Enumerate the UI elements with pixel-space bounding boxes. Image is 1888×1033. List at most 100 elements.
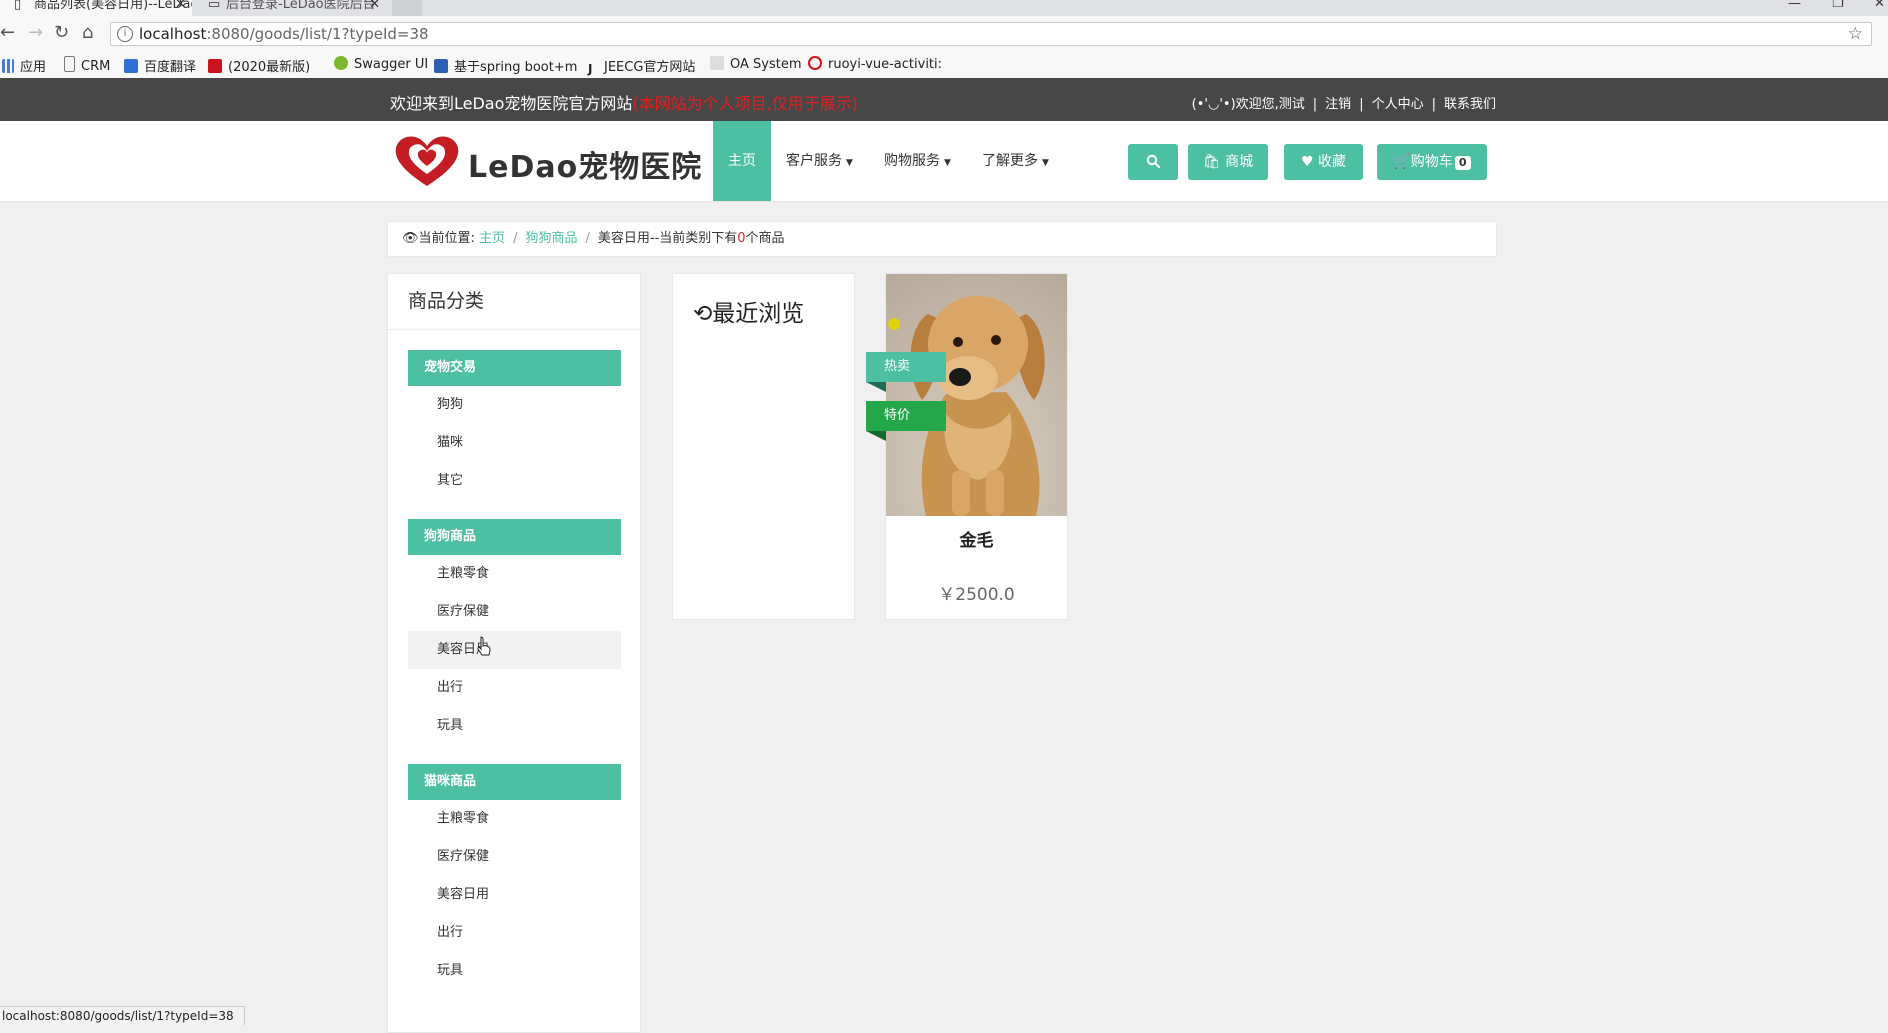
category-item[interactable]: 出行 (408, 914, 621, 952)
product-name[interactable]: 金毛 (886, 526, 1067, 551)
category-group-title[interactable]: 宠物交易 (408, 350, 621, 386)
csdn-icon (208, 59, 222, 73)
heart-icon: ♥ (1300, 154, 1314, 170)
category-item[interactable]: 玩具 (408, 952, 621, 990)
category-item[interactable]: 主粮零食 (408, 555, 621, 593)
breadcrumb-count-suffix: 个商品 (745, 231, 785, 246)
browser-tab[interactable]: ▭ 后台登录-LeDao医院后台 ✕ (196, 0, 386, 16)
golden-retriever-image (886, 274, 1067, 516)
bookmark-label: 基于spring boot+m (454, 60, 578, 75)
category-group-cat-goods: 猫咪商品 主粮零食 医疗保健 美容日用 出行 玩具 (408, 764, 621, 990)
browser-toolbar: ← → ↻ ⌂ i localhost:8080/goods/list/1?ty… (0, 16, 1888, 52)
category-item[interactable]: 医疗保健 (408, 838, 621, 876)
back-icon[interactable]: ← (0, 22, 15, 43)
bookmark-2020[interactable]: (2020最新版) (208, 56, 310, 75)
bookmarks-bar: 应用 CRM 百度翻译 (2020最新版) Swagger UI 基于sprin… (0, 52, 1888, 79)
ruoyi-icon (808, 56, 822, 70)
category-item[interactable]: 猫咪 (408, 424, 621, 462)
product-card[interactable]: 热卖 特价 金毛 ￥2500.0 (866, 273, 1068, 620)
bookmark-ruoyi[interactable]: ruoyi-vue-activiti: (808, 56, 942, 72)
doc-icon (434, 59, 448, 73)
product-image[interactable] (886, 274, 1067, 516)
category-item[interactable]: 狗狗 (408, 386, 621, 424)
category-item[interactable]: 医疗保健 (408, 593, 621, 631)
home-icon[interactable]: ⌂ (82, 22, 93, 43)
mall-button[interactable]: 🛍 商城 (1188, 144, 1268, 180)
bookmark-spring-boot[interactable]: 基于spring boot+m (434, 56, 577, 75)
category-group-title[interactable]: 猫咪商品 (408, 764, 621, 800)
bookmark-baidu-translate[interactable]: 百度翻译 (124, 56, 196, 75)
window-close-icon[interactable]: ✕ (1874, 0, 1885, 11)
category-item[interactable]: 出行 (408, 669, 621, 707)
category-item[interactable]: 主粮零食 (408, 800, 621, 838)
forward-icon[interactable]: → (28, 22, 43, 43)
product-price: ￥2500.0 (938, 585, 1015, 605)
breadcrumb-category-link[interactable]: 狗狗商品 (525, 231, 577, 246)
tag-label: 热卖 (884, 359, 911, 374)
jeecg-icon: J (588, 62, 593, 76)
close-icon[interactable]: ✕ (369, 0, 380, 11)
sidebar-title: 商品分类 (388, 274, 640, 330)
separator: | (1359, 97, 1364, 112)
search-button[interactable] (1128, 144, 1178, 180)
bookmark-jeecg[interactable]: J JEECG官方网站 (588, 56, 695, 76)
url-host: localhost (139, 25, 207, 43)
reload-icon[interactable]: ↻ (54, 22, 69, 43)
tag-label: 特价 (884, 408, 911, 423)
contact-link[interactable]: 联系我们 (1444, 97, 1496, 112)
bookmark-crm[interactable]: CRM (64, 56, 110, 74)
bookmark-star-icon[interactable]: ☆ (1848, 24, 1863, 44)
address-bar[interactable]: i localhost:8080/goods/list/1?typeId=38 … (110, 22, 1872, 46)
browser-tab-active[interactable]: ▯ 商品列表(美容日用)--LeDao ✕ (0, 0, 192, 16)
address-url: localhost:8080/goods/list/1?typeId=38 (139, 25, 429, 43)
category-group-pet-trade: 宠物交易 狗狗 猫咪 其它 (408, 350, 621, 500)
caret-down-icon: ▼ (846, 158, 853, 168)
cart-button[interactable]: 🛒购物车 0 (1377, 144, 1487, 180)
new-tab-button[interactable] (392, 0, 422, 16)
status-url: localhost:8080/goods/list/1?typeId=38 (2, 1009, 234, 1023)
restore-icon[interactable]: ❐ (1832, 0, 1844, 11)
nav-customer-service[interactable]: 客户服务 ▼ (786, 121, 853, 201)
bookmark-label: Swagger UI (354, 57, 429, 72)
page-icon (64, 56, 75, 72)
category-group-title[interactable]: 狗狗商品 (408, 519, 621, 555)
favorite-button[interactable]: ♥ 收藏 (1284, 144, 1363, 180)
breadcrumb-prefix: 当前位置: (418, 231, 475, 246)
site-header: LeDao宠物医院 主页 客户服务 ▼ 购物服务 ▼ 了解更多 ▼ 🛍 商城 ♥ 收藏… (0, 121, 1888, 202)
bookmark-label: 百度翻译 (144, 60, 197, 75)
category-item[interactable]: 玩具 (408, 707, 621, 745)
cart-count-badge: 0 (1454, 156, 1471, 170)
browser-tab-label: 后台登录-LeDao医院后台 (226, 0, 376, 12)
eye-icon: 👁 (402, 231, 419, 246)
info-icon[interactable]: i (117, 26, 133, 42)
nav-label: 主页 (728, 153, 756, 169)
history-icon: ⟲ (693, 301, 713, 327)
site-top-bar: 欢迎来到LeDao宠物医院官方网站(本网站为个人项目,仅用于展示) (•'◡'•… (0, 78, 1888, 121)
bookmark-oa[interactable]: OA System (710, 56, 802, 72)
special-price-tag: 特价 (866, 401, 946, 441)
shopping-bag-icon: 🛍 (1202, 154, 1221, 170)
profile-link[interactable]: 个人中心 (1372, 97, 1424, 112)
category-item-active[interactable]: 美容日用 (408, 631, 621, 669)
site-logo[interactable]: LeDao宠物医院 (392, 134, 701, 188)
nav-shopping-service[interactable]: 购物服务 ▼ (884, 121, 951, 201)
hot-sale-tag: 热卖 (866, 352, 946, 392)
breadcrumb-count-prefix: --当前类别下有 (649, 231, 738, 246)
bookmark-apps[interactable]: 应用 (2, 56, 46, 75)
notice-text: (本网站为个人项目,仅用于展示) (632, 94, 858, 113)
category-item[interactable]: 美容日用 (408, 876, 621, 914)
search-icon (1146, 154, 1161, 169)
logout-link[interactable]: 注销 (1325, 97, 1351, 112)
bookmark-swagger[interactable]: Swagger UI (334, 56, 428, 72)
close-icon[interactable]: ✕ (175, 0, 186, 11)
favorite-label: 收藏 (1318, 154, 1346, 170)
separator: | (1312, 97, 1318, 112)
category-item[interactable]: 其它 (408, 462, 621, 500)
caret-down-icon: ▼ (1042, 158, 1049, 168)
minimize-icon[interactable]: — (1788, 0, 1801, 11)
bookmark-label: CRM (81, 59, 111, 74)
breadcrumb-home-link[interactable]: 主页 (479, 231, 505, 246)
nav-home[interactable]: 主页 (713, 121, 771, 201)
nav-learn-more[interactable]: 了解更多 ▼ (982, 121, 1049, 201)
recently-viewed-panel: ⟲最近浏览 (672, 273, 855, 620)
